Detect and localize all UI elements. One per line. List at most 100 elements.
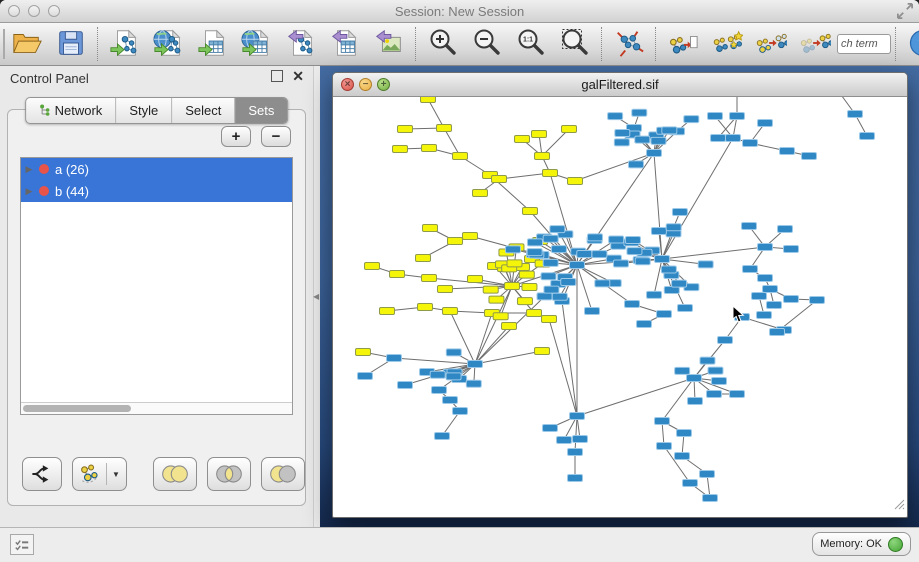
graph-node-yellow[interactable] <box>418 304 433 311</box>
graph-node-blue[interactable] <box>708 367 723 374</box>
intersect-sets-button[interactable] <box>207 457 251 491</box>
open-session-button[interactable] <box>5 25 49 63</box>
union-sets-button[interactable] <box>153 457 197 491</box>
expand-triangle-icon[interactable]: ▶ <box>21 186 37 197</box>
graph-node-blue[interactable] <box>758 244 773 251</box>
graph-node-blue[interactable] <box>677 430 692 437</box>
graph-node-yellow[interactable] <box>502 323 517 330</box>
graph-node-blue[interactable] <box>703 495 718 502</box>
graph-node-blue[interactable] <box>666 224 681 231</box>
set-list-item[interactable]: ▶a (26) <box>21 158 292 180</box>
graph-node-blue[interactable] <box>707 391 722 398</box>
graph-node-yellow[interactable] <box>535 153 550 160</box>
graph-node-blue[interactable] <box>543 235 558 242</box>
graph-node-blue[interactable] <box>632 109 647 116</box>
graph-node-yellow[interactable] <box>468 276 483 283</box>
graph-node-blue[interactable] <box>615 129 630 136</box>
graph-node-blue[interactable] <box>608 113 623 120</box>
graph-node-blue[interactable] <box>752 293 767 300</box>
graph-node-blue[interactable] <box>430 371 445 378</box>
graph-node-blue[interactable] <box>527 249 542 256</box>
graph-node-blue[interactable] <box>757 312 772 319</box>
import-table-file-button[interactable] <box>191 25 235 63</box>
tab-style[interactable]: Style <box>116 98 172 123</box>
graph-node-blue[interactable] <box>802 153 817 160</box>
graph-node-yellow[interactable] <box>448 238 463 245</box>
graph-node-blue[interactable] <box>712 378 727 385</box>
graph-node-blue[interactable] <box>635 136 650 143</box>
graph-node-blue[interactable] <box>778 226 793 233</box>
graph-node-blue[interactable] <box>561 279 576 286</box>
graph-node-yellow[interactable] <box>562 126 577 133</box>
graph-node-yellow[interactable] <box>422 275 437 282</box>
graph-node-blue[interactable] <box>711 135 726 142</box>
graph-node-blue[interactable] <box>466 380 481 387</box>
tab-sets[interactable]: Sets <box>235 98 287 123</box>
graph-node-yellow[interactable] <box>493 313 508 320</box>
new-network-from-selection-button[interactable] <box>661 25 705 63</box>
graph-node-blue[interactable] <box>613 260 628 267</box>
zoom-in-button[interactable] <box>421 25 465 63</box>
float-panel-icon[interactable] <box>271 70 283 82</box>
graph-node-blue[interactable] <box>435 433 450 440</box>
import-network-file-button[interactable] <box>103 25 147 63</box>
graph-node-blue[interactable] <box>758 275 773 282</box>
tab-network[interactable]: Network <box>26 98 117 123</box>
zoom-out-button[interactable] <box>465 25 509 63</box>
graph-node-yellow[interactable] <box>515 136 530 143</box>
graph-node-blue[interactable] <box>625 301 640 308</box>
graph-node-blue[interactable] <box>675 453 690 460</box>
graph-node-yellow[interactable] <box>483 286 498 293</box>
graph-node-blue[interactable] <box>505 246 520 253</box>
expand-triangle-icon[interactable]: ▶ <box>21 164 37 175</box>
difference-sets-button[interactable] <box>261 457 305 491</box>
graph-node-blue[interactable] <box>443 397 458 404</box>
graph-node-yellow[interactable] <box>365 263 380 270</box>
graph-node-blue[interactable] <box>647 291 662 298</box>
graph-node-blue[interactable] <box>446 373 461 380</box>
graph-node-blue[interactable] <box>551 246 566 253</box>
import-network-url-button[interactable] <box>147 25 191 63</box>
help-button[interactable]: ? <box>901 25 919 63</box>
graph-node-yellow[interactable] <box>543 170 558 177</box>
graph-node-blue[interactable] <box>672 208 687 215</box>
select-first-neighbors-button[interactable] <box>705 25 749 63</box>
zoom-fit-selected-button[interactable] <box>553 25 597 63</box>
graph-node-yellow[interactable] <box>542 316 557 323</box>
graph-node-blue[interactable] <box>810 297 825 304</box>
graph-node-yellow[interactable] <box>505 283 520 290</box>
graph-node-blue[interactable] <box>527 239 542 246</box>
graph-node-blue[interactable] <box>730 113 745 120</box>
horizontal-scrollbar[interactable] <box>21 402 292 414</box>
graph-node-blue[interactable] <box>573 436 588 443</box>
remove-set-button[interactable]: − <box>261 126 291 147</box>
graph-node-blue[interactable] <box>635 258 650 265</box>
graph-node-blue[interactable] <box>743 140 758 147</box>
graph-node-blue[interactable] <box>651 228 666 235</box>
fullscreen-icon[interactable] <box>897 3 913 24</box>
graph-node-blue[interactable] <box>568 475 583 482</box>
task-monitor-button[interactable] <box>10 534 34 555</box>
graph-node-blue[interactable] <box>655 418 670 425</box>
add-set-button[interactable]: + <box>221 126 251 147</box>
network-window-titlebar[interactable]: × − + galFiltered.sif <box>333 73 907 97</box>
graph-node-yellow[interactable] <box>422 145 437 152</box>
graph-node-yellow[interactable] <box>356 349 371 356</box>
graph-node-blue[interactable] <box>758 120 773 127</box>
graph-node-blue[interactable] <box>700 471 715 478</box>
graph-node-blue[interactable] <box>730 391 745 398</box>
graph-node-blue[interactable] <box>614 139 629 146</box>
set-list-item[interactable]: ▶b (44) <box>21 180 292 202</box>
graph-node-blue[interactable] <box>588 234 603 241</box>
network-canvas[interactable] <box>333 97 907 517</box>
graph-node-blue[interactable] <box>628 161 643 168</box>
graph-node-blue[interactable] <box>675 367 690 374</box>
graph-node-blue[interactable] <box>848 111 863 118</box>
graph-node-yellow[interactable] <box>473 190 488 197</box>
graph-node-blue[interactable] <box>770 329 785 336</box>
graph-node-yellow[interactable] <box>398 126 413 133</box>
panel-splitter[interactable]: ◀ <box>313 66 320 528</box>
graph-node-yellow[interactable] <box>421 97 436 103</box>
graph-node-yellow[interactable] <box>489 296 504 303</box>
graph-node-blue[interactable] <box>468 361 483 368</box>
